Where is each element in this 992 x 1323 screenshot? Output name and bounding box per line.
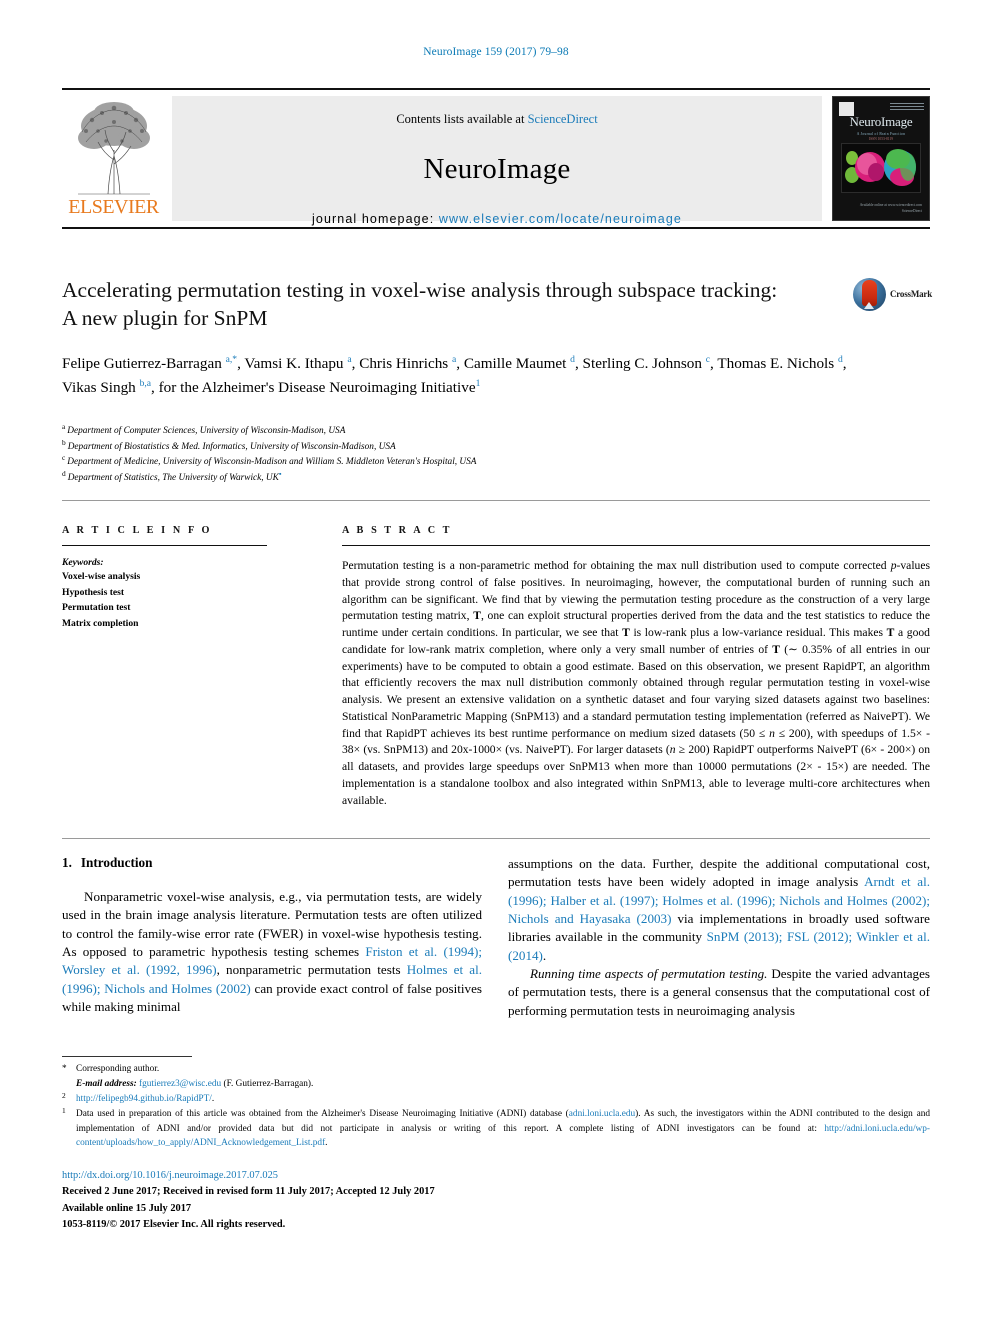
- section-number: 1.: [62, 855, 72, 870]
- cover-top-rules: [890, 103, 924, 112]
- intro-paragraph-2: Running time aspects of permutation test…: [508, 965, 930, 1018]
- footnote-2-suffix: .: [211, 1094, 215, 1105]
- footnote-1-text: Data used in preparation of this article…: [76, 1109, 930, 1148]
- section-title: Introduction: [80, 855, 153, 870]
- copyright-line: 1053-8119/© 2017 Elsevier Inc. All right…: [62, 1219, 286, 1231]
- affiliation-item: c Department of Medicine, University of W…: [62, 454, 762, 471]
- affiliation-item: b Department of Biostatistics & Med. Info…: [62, 438, 762, 456]
- keywords-label: Keywords:: [62, 557, 104, 568]
- footnote-1-adni: 1 Data used in preparation of this artic…: [62, 1106, 930, 1149]
- cover-footer-text: Available online at www.sciencedirect.co…: [859, 203, 922, 213]
- journal-article-page: NeuroImage 159 (2017) 79–98 ELSEVIER Con…: [0, 0, 992, 1323]
- abstract-column: A B S T R A C T Permutation testing is a…: [342, 525, 930, 809]
- footnote-block: * Corresponding author. E-mail address: …: [62, 1062, 930, 1151]
- keywords-list: Voxel-wise analysis Hypothesis test Perm…: [62, 569, 267, 631]
- crossmark-icon: [853, 278, 886, 311]
- body-column-right: assumptions on the data. Further, despit…: [508, 855, 930, 1020]
- publication-history: Received 2 June 2017; Received in revise…: [62, 1186, 435, 1198]
- email-link[interactable]: fgutierrez3@wisc.edu: [139, 1079, 221, 1089]
- elsevier-logo: ELSEVIER: [62, 96, 165, 221]
- crossmark-badge[interactable]: CrossMark: [853, 278, 933, 312]
- sciencedirect-link[interactable]: ScienceDirect: [528, 112, 598, 126]
- info-section-top-rule: [62, 500, 930, 501]
- footnote-corresponding-author: * Corresponding author.: [62, 1062, 930, 1076]
- rapidpt-url-link[interactable]: http://felipegb94.github.io/RapidPT/: [76, 1094, 212, 1104]
- available-online: Available online 15 July 2017: [62, 1202, 192, 1214]
- abstract-text: Permutation testing is a non-parametric …: [342, 559, 931, 807]
- article-title: Accelerating permutation testing in voxe…: [62, 278, 778, 331]
- journal-homepage-line: journal homepage: www.elsevier.com/locat…: [172, 212, 822, 226]
- keyword-item: Hypothesis test: [62, 586, 125, 598]
- article-info-heading: A R T I C L E I N F O: [62, 525, 213, 536]
- elsevier-wordmark: ELSEVIER: [68, 196, 159, 218]
- publication-info-block: http://dx.doi.org/10.1016/j.neuroimage.2…: [62, 1168, 662, 1234]
- keyword-item: Matrix completion: [62, 617, 139, 629]
- cover-subtitle: A Journal of Brain Function: [856, 132, 906, 136]
- footnote-mark: 2: [62, 1091, 66, 1101]
- author-list: Felipe Gutierrez-Barragan a,*, Vamsi K. …: [62, 353, 847, 397]
- crossmark-label: CrossMark: [890, 289, 933, 299]
- footnote-email: E-mail address: fgutierrez3@wisc.edu (F.…: [62, 1077, 930, 1091]
- affiliation-blue-mark: ▪: [278, 469, 282, 478]
- footnote-mark: 1: [62, 1106, 66, 1116]
- email-label: E-mail address:: [76, 1079, 137, 1090]
- contents-prefix: Contents lists available at: [396, 112, 528, 126]
- affiliation-text: Department of Computer Sciences, Univers…: [67, 426, 346, 436]
- keyword-item: Permutation test: [62, 602, 131, 614]
- affiliation-item: d Department of Statistics, The Universit…: [62, 469, 762, 487]
- footnote-text: Corresponding author.: [76, 1064, 160, 1074]
- cover-elsevier-mark-icon: [839, 102, 854, 116]
- cover-brain-image: [841, 143, 921, 193]
- footnote-rule: [62, 1056, 192, 1057]
- email-suffix: (F. Gutierrez-Barragan).: [221, 1079, 314, 1090]
- affiliation-text: Department of Medicine, University of Wi…: [67, 457, 477, 468]
- running-head: NeuroImage 159 (2017) 79–98: [423, 46, 569, 58]
- footnote-2: 2 http://felipegb94.github.io/RapidPT/.: [62, 1091, 930, 1106]
- cover-issn: ISSN 1053-8119: [868, 137, 894, 141]
- article-info-rule: [62, 545, 267, 546]
- journal-masthead: ELSEVIER Contents lists available at Sci…: [62, 88, 930, 229]
- body-column-left: 1. Introduction Nonparametric voxel-wise …: [62, 855, 482, 1016]
- doi-link[interactable]: http://dx.doi.org/10.1016/j.neuroimage.2…: [62, 1170, 278, 1181]
- section-heading-introduction: 1. Introduction: [62, 855, 482, 871]
- abstract-heading: A B S T R A C T: [342, 525, 453, 536]
- intro-paragraph-1-continued: assumptions on the data. Further, despit…: [508, 856, 930, 963]
- affiliation-text: Department of Biostatistics & Med. Infor…: [67, 441, 396, 452]
- keyword-item: Voxel-wise analysis: [62, 571, 141, 582]
- journal-title: NeuroImage: [423, 153, 571, 185]
- masthead-center-panel: Contents lists available at ScienceDirec…: [172, 96, 822, 226]
- affiliation-list: a Department of Computer Sciences, Univer…: [62, 423, 762, 487]
- journal-homepage-link[interactable]: www.elsevier.com/locate/neuroimage: [439, 212, 682, 226]
- article-info-column: A R T I C L E I N F O Keywords: Voxel-wi…: [62, 525, 267, 631]
- homepage-prefix: journal homepage:: [312, 212, 439, 226]
- journal-cover-thumbnail: NeuroImage A Journal of Brain Function I…: [832, 96, 930, 221]
- abstract-rule: [342, 545, 930, 546]
- cover-journal-title: NeuroImage: [849, 114, 913, 129]
- elsevier-tree-icon: [68, 98, 160, 196]
- footnote-mark: *: [62, 1064, 67, 1074]
- info-section-bottom-rule: [62, 838, 930, 839]
- affiliation-item: a Department of Computer Sciences, Univer…: [62, 423, 762, 440]
- intro-paragraph-1: Nonparametric voxel-wise analysis, e.g.,…: [62, 889, 482, 1014]
- contents-available-line: Contents lists available at ScienceDirec…: [172, 112, 822, 127]
- affiliation-text: Department of Statistics, The University…: [67, 472, 279, 483]
